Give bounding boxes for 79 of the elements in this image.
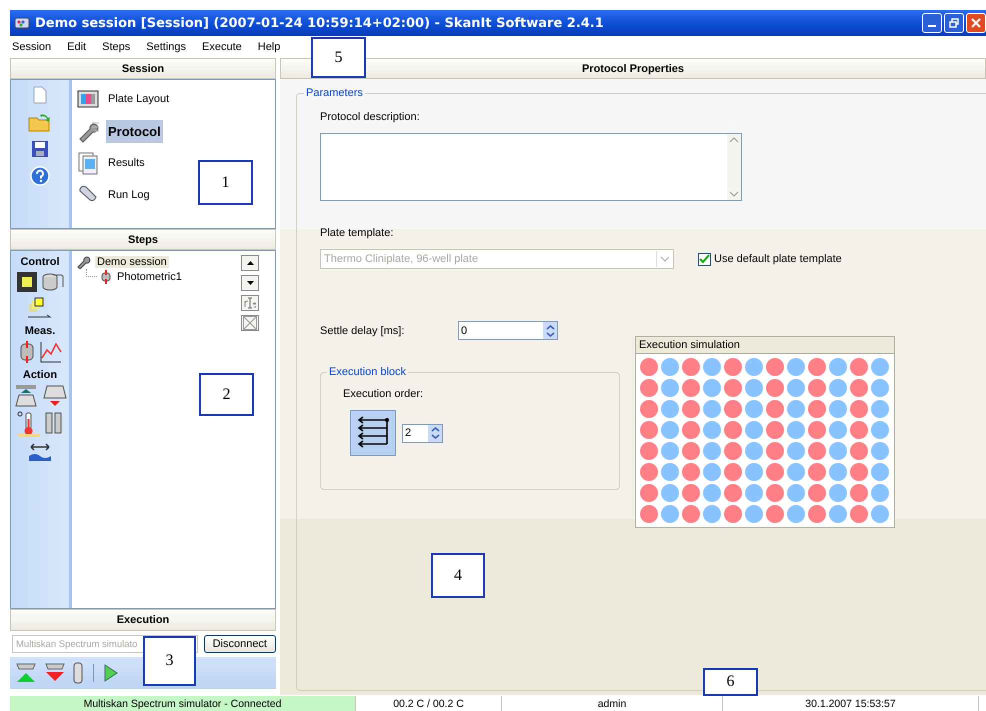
plate-in-icon[interactable]: [12, 384, 38, 408]
navigation-item[interactable]: Results: [106, 153, 147, 173]
status-field: 00.2 C / 00.2 C: [356, 696, 502, 711]
tree-item[interactable]: Photometric1: [115, 270, 184, 282]
menu-item[interactable]: Edit: [65, 41, 96, 53]
scrollbar[interactable]: [727, 134, 741, 200]
spreadsheet-icon: [76, 151, 100, 175]
minimize-button[interactable]: [922, 13, 942, 33]
spinner-arrows-icon[interactable]: [546, 324, 554, 338]
callout-number: 2: [199, 373, 254, 416]
scroll-down-icon[interactable]: [729, 191, 739, 197]
navigation-item[interactable]: Run Log: [106, 185, 152, 205]
restore-icon: [949, 18, 959, 28]
field-label: Settle delay [ms]:: [320, 324, 406, 336]
panel-header: Steps: [10, 229, 276, 250]
callout-number: 1: [198, 160, 253, 205]
settle-delay-field[interactable]: 0: [458, 321, 558, 340]
callout-number: 3: [143, 636, 196, 686]
group-title: Execution block: [328, 366, 408, 378]
move-down-button[interactable]: [241, 275, 259, 291]
palette-section-title: Action: [22, 369, 58, 381]
pause-icon[interactable]: [44, 411, 64, 435]
caret-icon: [660, 256, 670, 262]
disconnect-button[interactable]: Disconnect: [204, 635, 276, 653]
close-button[interactable]: [966, 13, 986, 33]
rename-button[interactable]: [241, 295, 259, 311]
group-title: Parameters: [305, 87, 364, 99]
eject-plate-icon[interactable]: [43, 662, 67, 684]
callout-number: 6: [703, 668, 758, 696]
menu-item[interactable]: Help: [256, 41, 290, 53]
cuvette-icon[interactable]: [18, 340, 36, 364]
move-up-button[interactable]: [241, 255, 259, 271]
thermometer-icon[interactable]: [16, 411, 40, 437]
scroll-up-icon[interactable]: [729, 137, 739, 143]
checkbox[interactable]: [698, 252, 711, 266]
cuvette-icon: [100, 270, 112, 284]
load-plate-icon[interactable]: [14, 662, 38, 684]
panel-title: Execution simulation: [636, 337, 894, 354]
plate-grid-icon[interactable]: [16, 271, 38, 293]
menu-item[interactable]: Steps: [100, 41, 140, 53]
save-icon[interactable]: [31, 140, 49, 158]
spinner-arrows-icon[interactable]: [430, 426, 440, 440]
minimize-icon: [928, 25, 936, 27]
cylinders-icon[interactable]: [40, 271, 64, 293]
description-field[interactable]: [320, 133, 742, 201]
menu-item[interactable]: Settings: [144, 41, 195, 53]
palette-section-title: Control: [20, 256, 60, 268]
restore-button[interactable]: [944, 13, 964, 33]
navigation-item[interactable]: Protocol: [106, 120, 163, 142]
panel-header: Execution: [10, 609, 276, 631]
text-cursor-icon: [244, 297, 256, 309]
window-title: Demo session [Session] (2007-01-24 10:59:14+02:00) - SkanIt Software 2.4.1: [35, 16, 604, 30]
up-arrow-icon: [246, 261, 254, 265]
field-label: Execution order:: [343, 388, 424, 400]
execution-order-field[interactable]: 2: [402, 424, 443, 442]
play-icon[interactable]: [103, 663, 119, 683]
cylinder-icon[interactable]: [72, 661, 84, 685]
close-icon: [971, 18, 981, 28]
palette-section-title: Meas.: [24, 325, 56, 337]
layers-icon[interactable]: [27, 296, 53, 320]
menu-item[interactable]: Execute: [200, 41, 251, 53]
checkbox-label: Use default plate template: [714, 253, 842, 265]
down-arrow-icon: [246, 281, 254, 285]
line-graph-icon[interactable]: [38, 340, 62, 364]
callout-number: 4: [431, 553, 485, 598]
panel-header: Session: [10, 58, 276, 79]
field-label: Protocol description:: [320, 111, 420, 123]
help-icon[interactable]: [30, 166, 50, 186]
navigation-item[interactable]: Plate Layout: [106, 89, 172, 109]
field-label: Plate template:: [320, 227, 394, 239]
cross-box-icon: [243, 316, 257, 330]
app-icon: [14, 16, 30, 30]
execution-order-button[interactable]: [350, 410, 396, 456]
status-field: Multiskan Spectrum simulator - Connected: [10, 696, 356, 711]
tree-item[interactable]: Demo session: [95, 256, 169, 268]
plate-out-icon[interactable]: [42, 384, 68, 408]
wrench-icon: [76, 254, 92, 268]
menu-item[interactable]: Session: [10, 41, 60, 53]
delete-button[interactable]: [241, 315, 259, 331]
